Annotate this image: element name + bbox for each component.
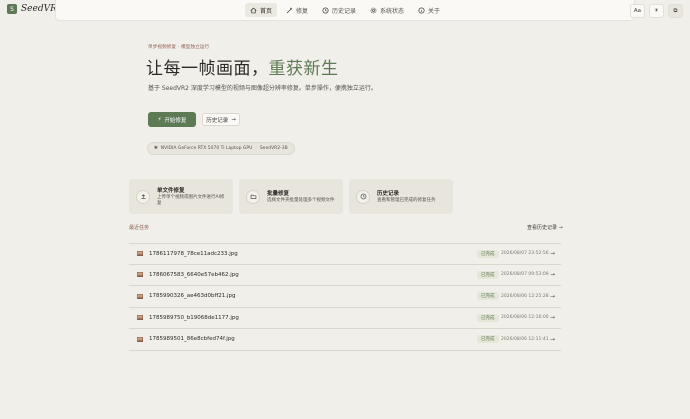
card-description: 上传单个视频或图片文件进行AI修复 (157, 195, 225, 206)
nav-item-about[interactable]: 关于 (413, 3, 445, 17)
home-icon (250, 7, 257, 13)
hero-description: 基于 SeedVR2 深度学习模型的视频与图像超分辨率修复。单步操作，便携独立运… (148, 85, 377, 92)
card-title: 历史记录 (377, 191, 400, 197)
arrow-right-icon[interactable]: → (550, 271, 555, 278)
feature-cards: 单文件修复 上传单个视频或图片文件进行AI修复 批量修复 选择文件夹批量处理多个… (129, 179, 453, 214)
nav-item-label: 关于 (428, 7, 441, 15)
hero-title-main: 让每一帧画面， (146, 59, 269, 79)
recent-task-list: 1786117978_78ce11adc233.jpg 已完成 2026/08/… (129, 243, 561, 351)
gpu-name: NVIDIA GeForce RTX 5070 Ti Laptop GPU (160, 146, 253, 151)
status-badge: 已完成 (477, 313, 499, 322)
card-single-file[interactable]: 单文件修复 上传单个视频或图片文件进行AI修复 (129, 179, 233, 214)
hero-title-accent: 重获新生 (268, 59, 339, 79)
recent-tasks-label: 最近任务 (129, 225, 150, 231)
image-file-icon (137, 315, 143, 321)
status-badge: 已完成 (477, 270, 499, 279)
logo-icon: S (7, 4, 17, 14)
task-timestamp: 2026/08/06 12:25:28 (501, 293, 549, 299)
history-button-label: 历史记录 (206, 117, 229, 124)
task-timestamp: 2026/08/06 12:16:00 (501, 315, 549, 321)
card-batch[interactable]: 批量修复 选择文件夹批量处理多个视频文件 (239, 179, 343, 214)
upload-icon (136, 189, 150, 204)
view-history-link[interactable]: 查看历史记录 → (527, 224, 563, 231)
arrow-right-icon[interactable]: → (550, 314, 555, 321)
arrow-right-icon[interactable]: → (550, 293, 555, 300)
image-file-icon (137, 336, 143, 342)
card-history[interactable]: 历史记录 查看和管理已完成的修复任务 (349, 179, 453, 214)
folder-icon (246, 189, 260, 204)
task-row[interactable]: 1785989501_86e8cbfed74f.jpg 已完成 2026/08/… (129, 329, 561, 351)
font-size-button[interactable]: Aa (630, 4, 645, 18)
main-nav: 首页 修复 历史记录 系统状态 关于 (55, 0, 635, 21)
badge-separator: · (255, 146, 257, 151)
model-name: SeedVR2-3B (259, 146, 288, 151)
arrow-right-icon[interactable]: → (550, 250, 555, 257)
nav-item-label: 首页 (259, 7, 272, 15)
nav-item-home[interactable]: 首页 (244, 3, 277, 17)
wand-icon (286, 7, 292, 13)
arrow-right-icon: → (231, 116, 236, 123)
card-title: 单文件修复 (157, 188, 185, 194)
nav-item-repair[interactable]: 修复 (281, 3, 313, 17)
start-repair-label: 开始修复 (164, 117, 187, 124)
nav-item-label: 系统状态 (380, 7, 405, 15)
nav-item-history[interactable]: 历史记录 (317, 3, 361, 17)
task-timestamp: 2026/08/07 09:53:09 (501, 272, 549, 278)
history-icon (322, 6, 329, 14)
history-button[interactable]: 历史记录 → (202, 113, 240, 126)
nav-item-label: 历史记录 (331, 7, 356, 15)
status-badge: 已完成 (477, 249, 499, 258)
task-timestamp: 2026/08/06 12:11:41 (501, 336, 549, 342)
nav-item-status[interactable]: 系统状态 (365, 3, 409, 17)
image-file-icon (137, 293, 143, 299)
task-row[interactable]: 1786117978_78ce11adc233.jpg 已完成 2026/08/… (129, 243, 561, 265)
toolbar-right: Aa ☀ ⧉ (630, 4, 683, 18)
task-row[interactable]: 1785989750_b19068de1177.jpg 已完成 2026/08/… (129, 308, 561, 329)
task-row[interactable]: 1785990326_ae463d0bff21.jpg 已完成 2026/08/… (129, 286, 561, 308)
hero-tagline: 单步视频修复 · 模型独立运行 (148, 45, 210, 50)
gpu-icon: ✱ (154, 146, 158, 151)
panel-toggle-button[interactable]: ⧉ (668, 4, 683, 18)
hero-title: 让每一帧画面，重获新生 (146, 54, 339, 79)
card-description: 选择文件夹批量处理多个视频文件 (267, 198, 335, 203)
task-timestamp: 2026/08/07 23:52:56 (501, 251, 549, 257)
theme-toggle-button[interactable]: ☀ (649, 4, 664, 18)
top-bar: S SeedVR2 首页 修复 历史记录 系统状态 关于 Aa ☀ ⧉ (0, 0, 690, 22)
start-repair-button[interactable]: ⚡ 开始修复 (148, 112, 196, 127)
task-row[interactable]: 1786067583_6640e57eb462.jpg 已完成 2026/08/… (129, 265, 561, 286)
settings-icon (370, 7, 377, 13)
card-title: 批量修复 (267, 191, 290, 197)
status-badge: 已完成 (477, 335, 499, 344)
clock-icon (356, 189, 370, 204)
card-description: 查看和管理已完成的修复任务 (377, 198, 436, 203)
arrow-right-icon[interactable]: → (550, 336, 555, 343)
image-file-icon (137, 272, 143, 278)
image-file-icon (137, 251, 143, 257)
info-icon (418, 6, 425, 14)
gpu-status-badge: ✱ NVIDIA GeForce RTX 5070 Ti Laptop GPU … (147, 142, 295, 155)
nav-item-label: 修复 (295, 7, 308, 15)
status-badge: 已完成 (477, 292, 499, 301)
bolt-icon: ⚡ (157, 116, 162, 123)
